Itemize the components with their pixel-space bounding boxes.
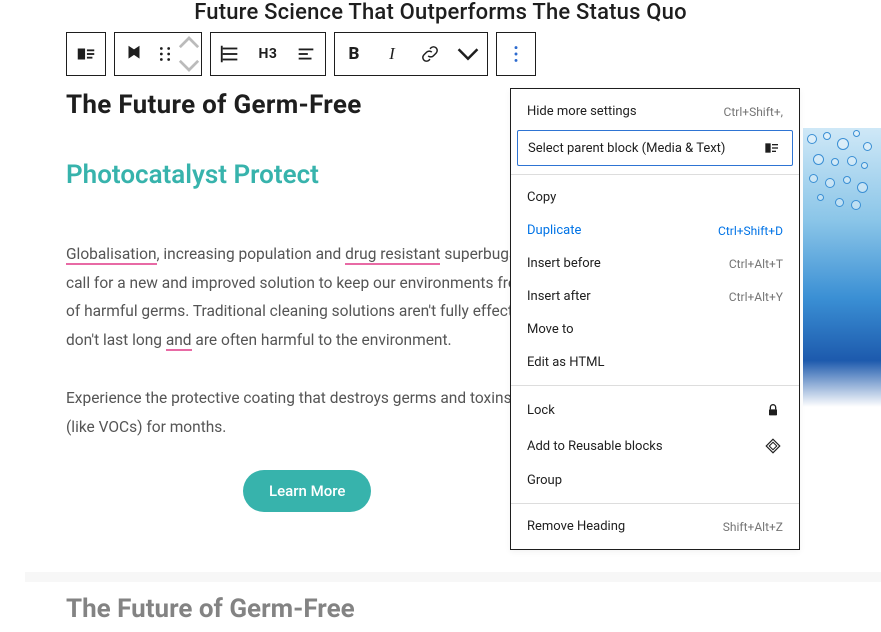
bold-button[interactable]: B <box>335 33 373 75</box>
italic-button[interactable]: I <box>373 33 411 75</box>
menu-remove[interactable]: Remove Heading Shift+Alt+Z <box>511 510 799 543</box>
menu-copy[interactable]: Copy <box>511 181 799 214</box>
menu-duplicate[interactable]: Duplicate Ctrl+Shift+D <box>511 214 799 247</box>
menu-insert-before[interactable]: Insert before Ctrl+Alt+T <box>511 247 799 280</box>
page-title: Future Science That Outperforms The Stat… <box>0 0 881 25</box>
menu-hide-settings[interactable]: Hide more settings Ctrl+Shift+, <box>511 95 799 128</box>
menu-group[interactable]: Group <box>511 464 799 497</box>
learn-more-button[interactable]: Learn More <box>243 470 371 512</box>
move-up-down-button[interactable] <box>177 33 201 75</box>
spellcheck-word: Globalisation <box>66 245 157 265</box>
align-button[interactable] <box>211 33 249 75</box>
block-toolbar: H3 B I <box>66 32 536 76</box>
block-type-button[interactable] <box>67 33 105 75</box>
lock-icon <box>763 401 783 419</box>
link-button[interactable] <box>411 33 449 75</box>
paragraph-2[interactable]: Experience the protective coating that d… <box>66 384 536 441</box>
menu-move-to[interactable]: Move to <box>511 313 799 346</box>
drag-handle[interactable] <box>153 33 177 75</box>
heading-h2[interactable]: The Future of Germ-Free <box>66 90 362 120</box>
paragraph-1[interactable]: Globalisation, increasing population and… <box>66 240 536 355</box>
menu-edit-html[interactable]: Edit as HTML <box>511 346 799 379</box>
options-dropdown: Hide more settings Ctrl+Shift+, Select p… <box>510 88 800 550</box>
heading-next[interactable]: The Future of Germ-Free <box>66 594 355 624</box>
options-button[interactable] <box>497 33 535 75</box>
heading-h3[interactable]: Photocatalyst Protect <box>66 160 319 190</box>
spellcheck-word: drug resistant <box>345 245 440 265</box>
menu-insert-after[interactable]: Insert after Ctrl+Alt+Y <box>511 280 799 313</box>
menu-reusable[interactable]: Add to Reusable blocks <box>511 428 799 464</box>
more-rich-text-button[interactable] <box>449 33 487 75</box>
select-parent-button[interactable] <box>115 33 153 75</box>
media-text-icon <box>762 139 782 157</box>
media-image[interactable] <box>803 128 881 438</box>
text-align-button[interactable] <box>287 33 325 75</box>
menu-lock[interactable]: Lock <box>511 392 799 428</box>
heading-level-button[interactable]: H3 <box>249 33 287 75</box>
menu-select-parent[interactable]: Select parent block (Media & Text) <box>517 130 793 166</box>
reusable-icon <box>763 437 783 455</box>
spellcheck-word: and <box>166 331 192 351</box>
